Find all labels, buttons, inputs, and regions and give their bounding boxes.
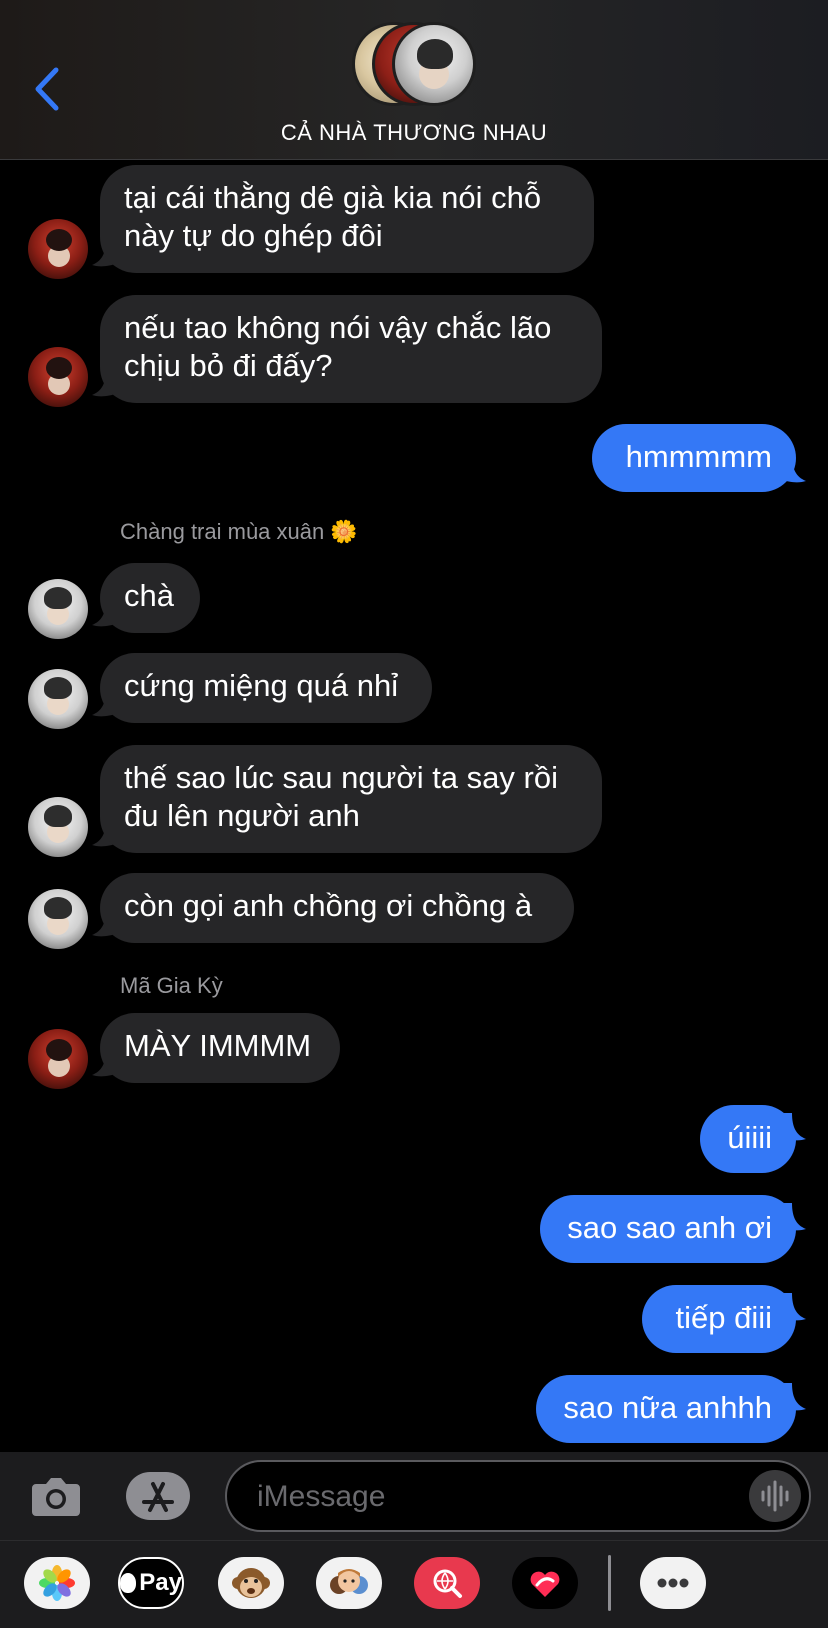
outgoing-message[interactable]: sao sao anh ơi	[540, 1195, 796, 1263]
message-input[interactable]: iMessage	[225, 1460, 811, 1532]
message-text: chà	[124, 578, 174, 613]
drawer-divider	[608, 1555, 611, 1611]
incoming-message[interactable]: MÀY IMMMM	[100, 1013, 340, 1083]
avatar[interactable]	[28, 889, 88, 949]
message-text: thế sao lúc sau người ta say rồi	[124, 760, 558, 795]
avatar[interactable]	[28, 1029, 88, 1089]
incoming-message[interactable]: còn gọi anh chồng ơi chồng à	[100, 873, 574, 943]
message-text: sao nữa anhhh	[563, 1390, 772, 1425]
message-text: nếu tao không nói vậy chắc lão	[124, 310, 552, 345]
message-thread[interactable]: tại cái thằng dê già kia nói chỗ này tự …	[0, 161, 828, 1453]
message-text: hmmmmm	[625, 439, 772, 474]
incoming-message[interactable]: chà	[100, 563, 200, 633]
photos-icon	[39, 1565, 75, 1601]
photos-app[interactable]	[24, 1557, 90, 1609]
digital-touch-app[interactable]	[512, 1557, 578, 1609]
message-text: đu lên người anh	[124, 798, 360, 833]
message-text: cứng miệng quá nhỉ	[124, 668, 399, 703]
message-text: MÀY IMMMM	[124, 1028, 312, 1063]
memoji-icon	[330, 1569, 368, 1594]
avatar[interactable]	[28, 669, 88, 729]
incoming-message[interactable]: tại cái thằng dê già kia nói chỗ này tự …	[100, 165, 594, 273]
message-input-placeholder: iMessage	[257, 1480, 386, 1513]
avatar[interactable]	[28, 797, 88, 857]
message-text: úiiii	[727, 1120, 772, 1155]
message-text: sao sao anh ơi	[567, 1210, 772, 1245]
message-text: tiếp điii	[675, 1300, 773, 1335]
camera-icon[interactable]	[30, 1470, 82, 1522]
message-text: tại cái thằng dê già kia nói chỗ	[124, 180, 542, 215]
message-composer: iMessage	[0, 1452, 828, 1540]
memoji-monkey-icon	[232, 1568, 270, 1598]
image-search-app[interactable]	[414, 1557, 480, 1609]
apple-pay-label: Pay	[139, 1569, 182, 1596]
message-text: còn gọi anh chồng ơi chồng à	[124, 888, 533, 923]
more-apps-button[interactable]	[640, 1557, 706, 1609]
message-text: này tự do ghép đôi	[124, 218, 383, 253]
group-title[interactable]: CẢ NHÀ THƯƠNG NHAU	[0, 120, 828, 146]
memoji-app[interactable]	[316, 1557, 382, 1609]
outgoing-message[interactable]: tiếp điii	[642, 1285, 796, 1353]
incoming-message[interactable]: cứng miệng quá nhỉ	[100, 653, 432, 723]
audio-message-button[interactable]	[749, 1470, 801, 1522]
apple-pay-app[interactable]: Pay	[118, 1557, 184, 1609]
outgoing-message[interactable]: úiiii	[700, 1105, 796, 1173]
avatar[interactable]	[28, 219, 88, 279]
incoming-message[interactable]: thế sao lúc sau người ta say rồi đu lên …	[100, 745, 602, 853]
avatar[interactable]	[28, 347, 88, 407]
outgoing-message[interactable]: hmmmmm	[592, 424, 796, 492]
incoming-message[interactable]: nếu tao không nói vậy chắc lão chịu bỏ đ…	[100, 295, 602, 403]
avatar[interactable]	[28, 579, 88, 639]
imessage-app-drawer: Pay	[0, 1540, 828, 1628]
digital-touch-icon	[530, 1571, 560, 1597]
group-member-avatar	[392, 22, 476, 106]
app-store-icon	[142, 1482, 174, 1512]
app-store-button[interactable]	[126, 1472, 190, 1520]
sender-name: Mã Gia Kỳ	[120, 973, 223, 998]
conversation-header: CẢ NHÀ THƯƠNG NHAU	[0, 0, 828, 160]
group-avatar-stack[interactable]	[352, 22, 482, 108]
sender-name: Chàng trai mùa xuân 🌼	[120, 519, 358, 544]
apple-logo-icon	[120, 1573, 137, 1593]
more-icon	[657, 1578, 689, 1588]
chevron-left-icon[interactable]	[30, 66, 64, 112]
outgoing-message[interactable]: sao nữa anhhh	[536, 1375, 796, 1443]
waveform-icon	[761, 1480, 789, 1512]
image-search-icon	[433, 1569, 462, 1598]
message-text: chịu bỏ đi đấy?	[124, 348, 333, 383]
memoji-monkey-app[interactable]	[218, 1557, 284, 1609]
